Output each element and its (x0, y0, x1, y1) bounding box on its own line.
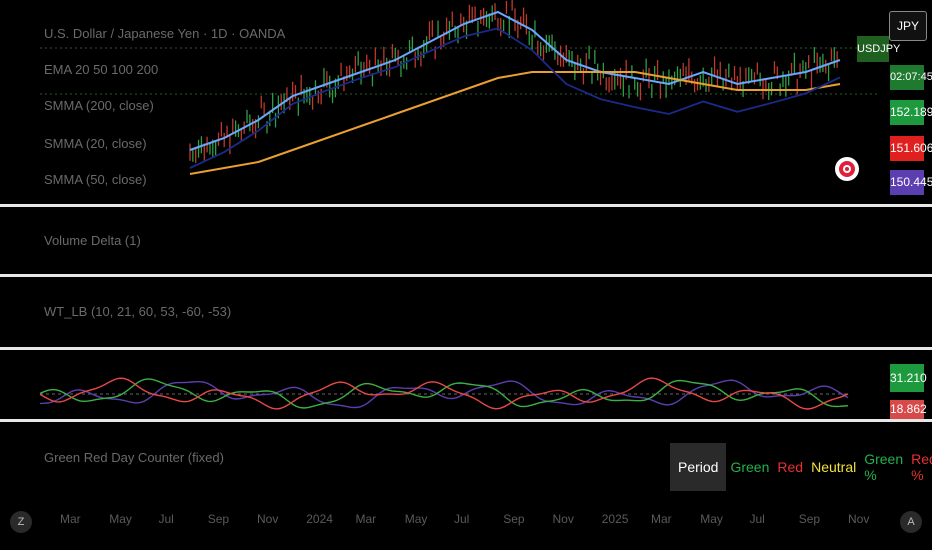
smma-50-label[interactable]: SMMA (50, close) (44, 172, 147, 187)
counter-table-header: Period Green Red Neutral Green % Red % (670, 443, 932, 491)
x-tick-label: 2024 (306, 512, 333, 526)
price-badge-purple: 150.445 (890, 170, 932, 195)
oscillator-chart[interactable] (0, 350, 932, 419)
x-tick-label: Sep (798, 512, 821, 526)
table-green-pct: Green % (864, 451, 904, 483)
price-badge-green: 152.189 (890, 100, 932, 125)
x-tick-label: Sep (207, 512, 230, 526)
volume-label[interactable]: Volume Delta (1) (44, 233, 141, 248)
osc-badge-red: 18.862 (890, 400, 927, 419)
oscillator-line (39, 378, 849, 409)
ticker-badge: USDJPY (857, 36, 900, 62)
countdown-badge: 02:07:45 (890, 65, 932, 90)
ema-label[interactable]: EMA 20 50 100 200 (44, 62, 158, 77)
counter-label[interactable]: Green Red Day Counter (fixed) (44, 450, 224, 465)
x-tick-label: May (404, 512, 428, 526)
x-tick-label: Nov (848, 512, 870, 526)
price-badge-red: 151.606 (890, 136, 932, 161)
table-green: Green (730, 459, 770, 475)
currency-button[interactable]: JPY (889, 11, 927, 41)
oscillator-pane[interactable]: 31.210 18.862 (0, 350, 932, 419)
time-axis[interactable]: Mar May Jul Sep Nov 2024 Mar May Jul Sep Nov 2025 Ma… (0, 497, 932, 550)
symbol-title: U.S. Dollar / Japanese Yen · 1D · OANDA (44, 26, 286, 41)
zoom-button[interactable]: Z (10, 511, 32, 533)
x-tick-label: Jul (749, 512, 765, 526)
wt-pane[interactable]: WT_LB (10, 21, 60, 53, -60, -53) (0, 277, 932, 347)
osc-badge-green: 31.210 (890, 364, 927, 392)
x-tick-label: 2025 (601, 512, 629, 526)
wt-label[interactable]: WT_LB (10, 21, 60, 53, -60, -53) (44, 304, 231, 319)
smma-200-label[interactable]: SMMA (200, close) (44, 98, 154, 113)
x-tick-label: Mar (651, 512, 672, 526)
auto-scale-button[interactable]: A (900, 511, 922, 533)
smma-20-label[interactable]: SMMA (20, close) (44, 136, 147, 151)
x-tick-label: May (109, 512, 132, 526)
price-pane[interactable]: U.S. Dollar / Japanese Yen · 1D · OANDA … (0, 0, 932, 204)
volume-pane[interactable]: Volume Delta (1) (0, 207, 932, 275)
x-tick-label: Jul (454, 512, 470, 526)
x-tick-label: Jul (158, 512, 174, 526)
x-tick-label: Nov (257, 512, 279, 526)
x-tick-label: Nov (552, 512, 574, 526)
table-period: Period (670, 443, 727, 491)
x-tick-label: Mar (60, 512, 81, 526)
table-neutral: Neutral (811, 459, 857, 475)
table-red: Red (777, 459, 804, 475)
x-tick-label: Sep (503, 512, 525, 526)
target-icon[interactable] (835, 157, 859, 181)
x-tick-label: May (700, 512, 723, 526)
x-tick-label: Mar (355, 512, 377, 526)
table-red-pct: Red % (911, 451, 932, 483)
